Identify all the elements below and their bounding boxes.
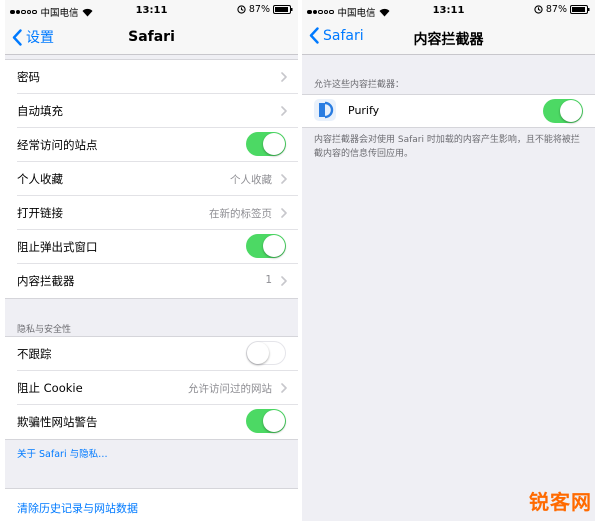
content-blockers-row[interactable]: 内容拦截器 1	[17, 264, 298, 298]
privacy-settings-group: 不跟踪 阻止 Cookie 允许访问过的网站 欺骗性网站警告	[5, 336, 298, 440]
page-title: Safari	[128, 29, 175, 45]
orientation-lock-icon	[237, 5, 246, 14]
battery-icon	[273, 5, 293, 14]
chevron-right-icon	[281, 72, 287, 82]
passwords-row[interactable]: 密码	[17, 60, 298, 94]
block-cookies-row[interactable]: 阻止 Cookie 允许访问过的网站	[17, 371, 298, 405]
row-value: 1	[265, 274, 272, 286]
purify-app-icon	[314, 99, 336, 121]
row-value: 允许访问过的网站	[188, 383, 272, 395]
chevron-right-icon	[281, 106, 287, 116]
row-label: 打开链接	[17, 206, 63, 220]
content-blockers-group: Purify	[302, 94, 595, 128]
about-safari-privacy-link[interactable]: 关于 Safari 与隐私…	[17, 446, 108, 460]
fraudulent-website-warning-row: 欺骗性网站警告	[17, 405, 298, 439]
purify-toggle[interactable]	[543, 99, 583, 123]
row-label: 经常访问的站点	[17, 138, 98, 152]
chevron-right-icon	[281, 174, 287, 184]
general-settings-group: 密码 自动填充 经常访问的站点 个人收藏 个人收藏 打开链接 在新的标签页 阻止…	[5, 59, 298, 299]
do-not-track-row: 不跟踪	[17, 337, 298, 371]
orientation-lock-icon	[534, 5, 543, 14]
do-not-track-toggle[interactable]	[246, 341, 286, 365]
clear-history-group: 清除历史记录与网站数据	[5, 488, 298, 521]
open-links-row[interactable]: 打开链接 在新的标签页	[17, 196, 298, 230]
row-label: 欺骗性网站警告	[17, 415, 98, 429]
battery-icon	[570, 5, 590, 14]
privacy-section-header: 隐私与安全性	[17, 325, 72, 335]
fraudulent-website-warning-toggle[interactable]	[246, 409, 286, 433]
row-label: 内容拦截器	[17, 274, 75, 288]
status-bar: 中国电信 13:11 87%	[5, 0, 298, 20]
row-value: 在新的标签页	[209, 208, 272, 220]
purify-label: Purify	[348, 104, 380, 117]
battery-percentage: 87%	[248, 4, 270, 15]
content-blockers-screen: 中国电信 13:11 87% Safari 内容拦截器 允许这些内容拦截器： P…	[302, 0, 595, 521]
autofill-row[interactable]: 自动填充	[17, 94, 298, 128]
favorites-row[interactable]: 个人收藏 个人收藏	[17, 162, 298, 196]
watermark-logo: 锐客网	[529, 490, 592, 514]
content-blockers-footer: 内容拦截器会对使用 Safari 时加载的内容产生影响，且不能将被拦截内容的信息…	[314, 135, 580, 159]
row-label: 阻止 Cookie	[17, 381, 83, 395]
row-label: 阻止弹出式窗口	[17, 240, 98, 254]
chevron-right-icon	[281, 383, 287, 393]
chevron-right-icon	[281, 208, 287, 218]
block-popups-row: 阻止弹出式窗口	[17, 230, 298, 264]
navigation-bar: 设置 Safari	[5, 20, 298, 55]
frequently-visited-sites-toggle[interactable]	[246, 132, 286, 156]
purify-row: Purify	[302, 95, 595, 127]
navigation-bar: Safari 内容拦截器	[302, 20, 595, 55]
row-label: 自动填充	[17, 104, 63, 118]
chevron-right-icon	[281, 276, 287, 286]
block-popups-toggle[interactable]	[246, 234, 286, 258]
page-title: 内容拦截器	[413, 32, 484, 48]
safari-settings-screen: 中国电信 13:11 87% 设置 Safari 密码 自动填充 经常访问的站点	[5, 0, 298, 521]
status-bar: 中国电信 13:11 87%	[302, 0, 595, 20]
row-label: 密码	[17, 70, 40, 84]
battery-percentage: 87%	[545, 4, 567, 15]
clear-history-button[interactable]: 清除历史记录与网站数据	[17, 500, 138, 516]
frequently-visited-sites-row: 经常访问的站点	[17, 128, 298, 162]
row-label: 个人收藏	[17, 172, 63, 186]
row-label: 不跟踪	[17, 347, 52, 361]
allow-blockers-header: 允许这些内容拦截器：	[314, 80, 405, 90]
row-value: 个人收藏	[230, 174, 272, 186]
